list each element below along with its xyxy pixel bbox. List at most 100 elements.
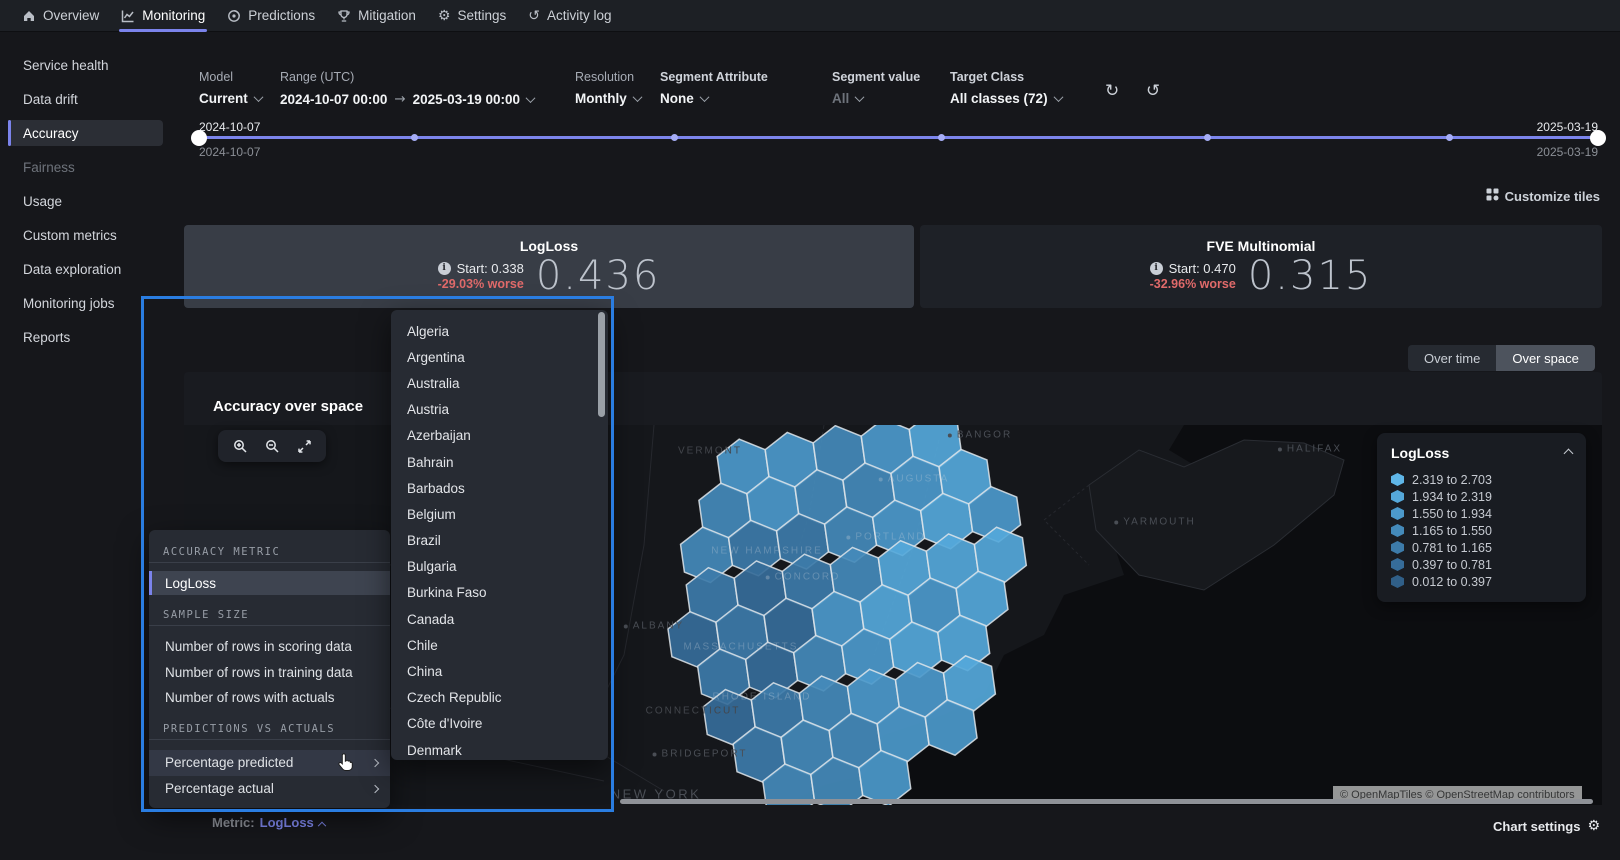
submenu-item-country[interactable]: Argentina bbox=[391, 344, 608, 370]
metric-selector-link[interactable]: Metric: LogLoss bbox=[212, 815, 325, 830]
map-zoom-toolbar bbox=[218, 430, 326, 462]
customize-tiles-button[interactable]: Customize tiles bbox=[1486, 188, 1600, 204]
line-chart-icon bbox=[121, 9, 135, 23]
nav-label: Mitigation bbox=[358, 8, 416, 23]
segment-attribute-dropdown[interactable]: None bbox=[660, 91, 768, 106]
legend-item[interactable]: 2.319 to 2.703 bbox=[1391, 471, 1572, 488]
submenu-item-country[interactable]: China bbox=[391, 658, 608, 684]
map-label-region: RHODE ISLAND bbox=[712, 692, 811, 703]
submenu-item-country[interactable]: Azerbaijan bbox=[391, 423, 608, 449]
chevron-down-icon bbox=[632, 92, 642, 102]
timeline-tick[interactable] bbox=[411, 134, 418, 141]
chart-settings-button[interactable]: Chart settings ⚙ bbox=[1493, 818, 1600, 834]
sidebar-item-reports[interactable]: Reports bbox=[23, 330, 70, 345]
timeline-handle-end[interactable] bbox=[1590, 130, 1606, 146]
submenu-item-country[interactable]: Barbados bbox=[391, 475, 608, 501]
map-label-region: VERMONT bbox=[678, 446, 742, 457]
legend-item[interactable]: 0.781 to 1.165 bbox=[1391, 539, 1572, 556]
city-dot bbox=[766, 575, 770, 579]
legend-item[interactable]: 0.012 to 0.397 bbox=[1391, 573, 1572, 590]
nav-tab-mitigation[interactable]: Mitigation bbox=[337, 0, 416, 32]
timeline-tick[interactable] bbox=[1204, 134, 1211, 141]
nav-tab-activity-log[interactable]: ↺ Activity log bbox=[528, 0, 611, 32]
timeline-tick[interactable] bbox=[1446, 134, 1453, 141]
metric-tile-fve-multinomial[interactable]: FVE Multinomial iStart: 0.470 -32.96% wo… bbox=[920, 225, 1602, 308]
tile-value: 0.315 bbox=[1248, 256, 1373, 296]
submenu-item-country[interactable]: Canada bbox=[391, 606, 608, 632]
info-icon[interactable]: i bbox=[438, 262, 451, 275]
hex-swatch bbox=[1391, 490, 1404, 503]
menu-item-percentage-actual[interactable]: Percentage actual bbox=[149, 776, 390, 802]
legend-item[interactable]: 0.397 to 0.781 bbox=[1391, 556, 1572, 573]
nav-tab-settings[interactable]: ⚙ Settings bbox=[438, 0, 506, 32]
submenu-item-country[interactable]: Chile bbox=[391, 632, 608, 658]
timeline-handle-start[interactable] bbox=[191, 130, 207, 146]
sidebar-item-monitoring-jobs[interactable]: Monitoring jobs bbox=[23, 296, 115, 311]
tile-value: 0.436 bbox=[536, 256, 661, 296]
hex-swatch bbox=[1391, 524, 1404, 537]
menu-item-rows-scoring[interactable]: Number of rows in scoring data bbox=[149, 634, 390, 660]
submenu-item-country[interactable]: Denmark bbox=[391, 737, 608, 760]
legend-header[interactable]: LogLoss bbox=[1391, 445, 1572, 461]
hex-swatch bbox=[1391, 558, 1404, 571]
chevron-right-icon bbox=[371, 784, 379, 792]
refresh-icon[interactable]: ↻ bbox=[1105, 83, 1119, 100]
sidebar-item-data-exploration[interactable]: Data exploration bbox=[23, 262, 121, 277]
tile-delta: -32.96% worse bbox=[1150, 277, 1236, 291]
map-label-city: YARMOUTH bbox=[1114, 517, 1195, 528]
submenu-item-country[interactable]: Belgium bbox=[391, 501, 608, 527]
sidebar-item-fairness[interactable]: Fairness bbox=[23, 160, 75, 175]
city-dot bbox=[624, 624, 628, 628]
menu-item-rows-training[interactable]: Number of rows in training data bbox=[149, 660, 390, 686]
resolution-dropdown[interactable]: Monthly bbox=[575, 91, 641, 106]
submenu-item-country[interactable]: Bulgaria bbox=[391, 554, 608, 580]
fit-view-button[interactable] bbox=[292, 434, 316, 458]
zoom-out-button[interactable] bbox=[260, 434, 284, 458]
filter-label: Target Class bbox=[950, 70, 1062, 84]
submenu-item-country[interactable]: Australia bbox=[391, 370, 608, 396]
map-label-city: AUGUSTA bbox=[879, 474, 950, 485]
chevron-down-icon bbox=[855, 92, 865, 102]
gear-icon: ⚙ bbox=[1587, 818, 1600, 834]
timeline-track[interactable] bbox=[199, 136, 1598, 139]
menu-item-percentage-predicted[interactable]: Percentage predicted bbox=[149, 750, 390, 776]
sidebar-item-usage[interactable]: Usage bbox=[23, 194, 62, 209]
undo-icon[interactable]: ↺ bbox=[1146, 83, 1160, 100]
submenu-item-country[interactable]: Bahrain bbox=[391, 449, 608, 475]
horizontal-scrollbar-thumb[interactable] bbox=[620, 799, 1593, 804]
nav-tab-monitoring[interactable]: Monitoring bbox=[121, 0, 205, 32]
legend-item[interactable]: 1.934 to 2.319 bbox=[1391, 488, 1572, 505]
sidebar-item-custom-metrics[interactable]: Custom metrics bbox=[23, 228, 117, 243]
sidebar-item-service-health[interactable]: Service health bbox=[23, 58, 109, 73]
submenu-item-country[interactable]: Côte d'Ivoire bbox=[391, 711, 608, 737]
timeline-tick[interactable] bbox=[671, 134, 678, 141]
sidebar-item-data-drift[interactable]: Data drift bbox=[23, 92, 78, 107]
map-label-city: BRIDGEPORT bbox=[653, 749, 748, 760]
segment-value-dropdown[interactable]: All bbox=[832, 91, 920, 106]
metric-label: Metric: bbox=[212, 815, 255, 830]
metric-tile-logloss[interactable]: LogLoss iStart: 0.338 -29.03% worse 0.43… bbox=[184, 225, 914, 308]
submenu-item-country[interactable]: Burkina Faso bbox=[391, 580, 608, 606]
nav-tab-overview[interactable]: Overview bbox=[22, 0, 99, 32]
submenu-item-country[interactable]: Brazil bbox=[391, 528, 608, 554]
legend-item[interactable]: 1.165 to 1.550 bbox=[1391, 522, 1572, 539]
sidebar-item-accuracy[interactable]: Accuracy bbox=[23, 126, 79, 141]
vertical-scrollbar-thumb[interactable] bbox=[598, 312, 605, 417]
menu-item-logloss[interactable]: LogLoss bbox=[149, 571, 390, 595]
model-dropdown[interactable]: Current bbox=[199, 91, 262, 106]
menu-item-rows-actuals[interactable]: Number of rows with actuals bbox=[149, 685, 390, 711]
nav-tab-predictions[interactable]: Predictions bbox=[227, 0, 315, 32]
zoom-in-button[interactable] bbox=[228, 434, 252, 458]
toggle-over-space[interactable]: Over space bbox=[1496, 345, 1594, 371]
toggle-over-time[interactable]: Over time bbox=[1408, 345, 1496, 371]
target-class-dropdown[interactable]: All classes (72) bbox=[950, 91, 1062, 106]
submenu-item-country[interactable]: Algeria bbox=[391, 318, 608, 344]
map-legend: LogLoss 2.319 to 2.703 1.934 to 2.319 1.… bbox=[1377, 433, 1586, 602]
legend-item[interactable]: 1.550 to 1.934 bbox=[1391, 505, 1572, 522]
range-dropdown[interactable]: 2024-10-07 00:00→2025-03-19 00:00 bbox=[280, 91, 534, 107]
info-icon[interactable]: i bbox=[1150, 262, 1163, 275]
timeline-tick[interactable] bbox=[938, 134, 945, 141]
chevron-up-icon[interactable] bbox=[1564, 448, 1574, 458]
submenu-item-country[interactable]: Czech Republic bbox=[391, 685, 608, 711]
submenu-item-country[interactable]: Austria bbox=[391, 397, 608, 423]
